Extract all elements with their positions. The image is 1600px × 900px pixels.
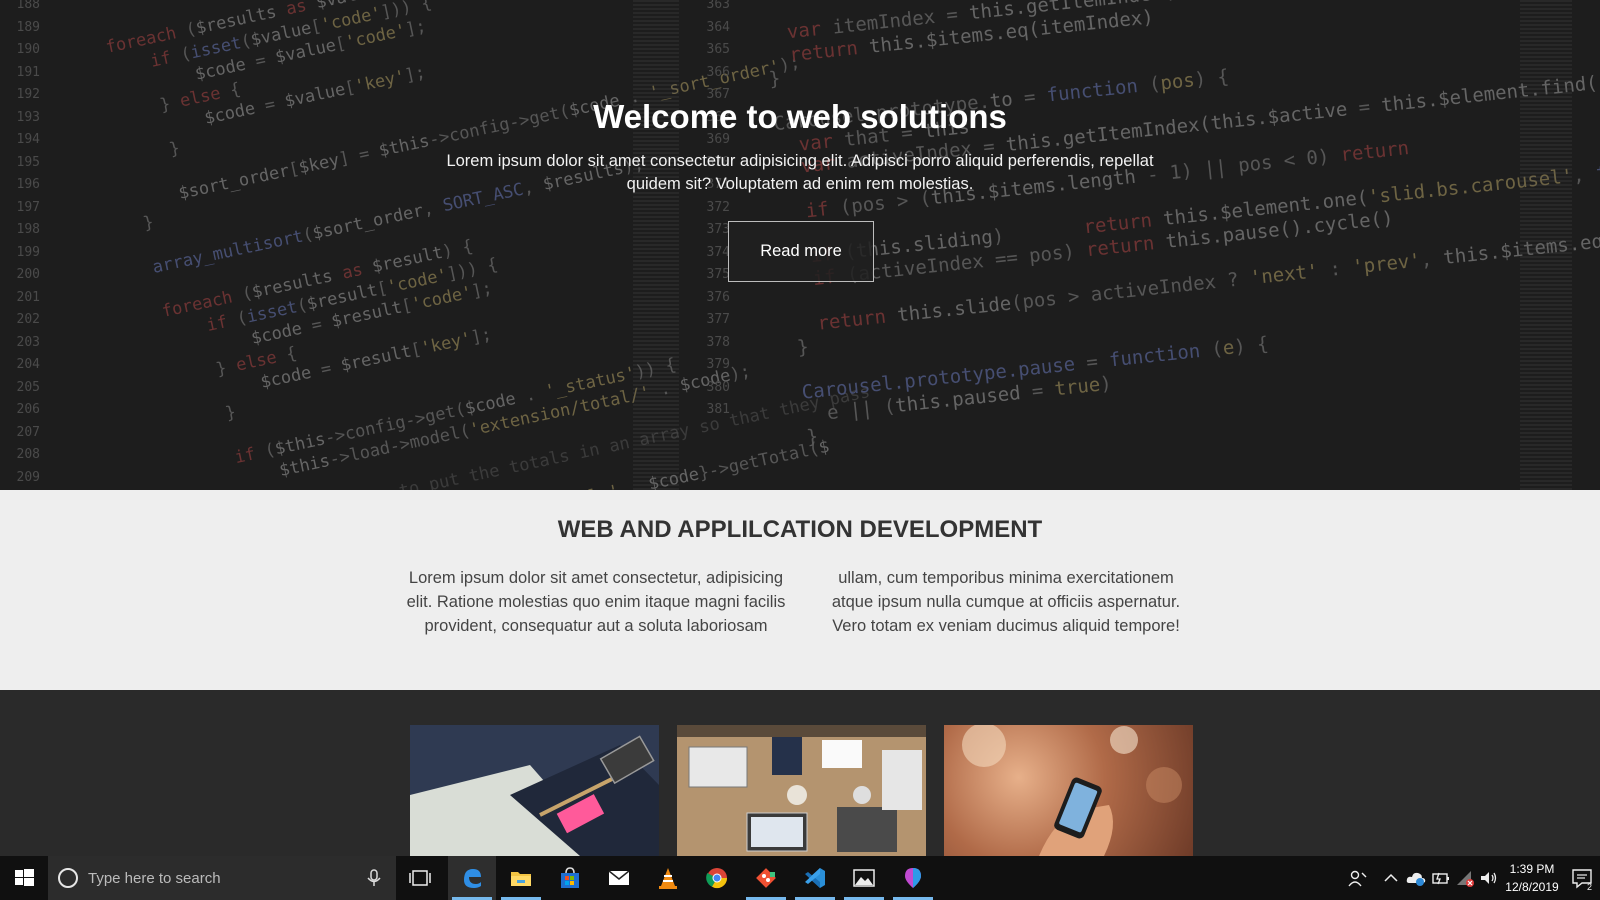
file-explorer-icon [511,872,531,886]
taskbar-chrome[interactable] [693,856,741,900]
phone-hand-image[interactable] [944,725,1193,856]
cortana-icon[interactable] [58,868,78,888]
clock-time: 1:39 PM [1509,862,1555,876]
system-clock[interactable]: 1:39 PM 12/8/2019 [1497,860,1567,896]
maps-icon [905,868,921,888]
windows-logo-icon [15,869,34,886]
taskbar-git[interactable] [742,856,790,900]
photos-icon [853,869,875,887]
mail-icon [608,870,630,885]
microphone-icon[interactable] [364,868,384,888]
store-icon [561,867,579,888]
taskbar-store[interactable] [546,856,594,900]
clock-date: 12/8/2019 [1505,880,1559,894]
gallery-section [0,690,1600,856]
notification-icon: 2 [1572,869,1592,892]
windows-taskbar: 1:39 PM 12/8/2019 2 [0,856,1600,900]
onedrive-sync-icon[interactable] [1405,868,1427,888]
vlc-icon [659,868,677,889]
git-icon [756,868,776,888]
team-meeting-image[interactable] [677,725,926,856]
hero-section: 188 189 190 191 192 193 194 195 196 197 198 199 200 2… [0,0,1600,490]
battery-icon[interactable] [1430,868,1452,888]
action-center-button[interactable]: 2 [1570,866,1596,892]
read-more-button[interactable]: Read more [728,221,874,282]
people-icon[interactable] [1346,868,1368,888]
taskbar-file-explorer[interactable] [497,856,545,900]
services-section: WEB AND APPLILCATION DEVELOPMENT Lorem i… [0,490,1600,690]
service-text-right: ullam, cum temporibus minima exercitatio… [831,569,1181,635]
section-title: WEB AND APPLILCATION DEVELOPMENT [557,516,1043,543]
hero-title: Welcome to web solutions [593,98,1007,135]
start-button[interactable] [0,856,48,900]
taskbar-vscode[interactable] [791,856,839,900]
taskbar-edge[interactable] [448,856,496,900]
notebook-desk-image[interactable] [410,725,659,856]
chrome-icon [706,868,728,889]
hero-description: Lorem ipsum dolor sit amet consectetur a… [446,152,1154,193]
chevron-up-icon[interactable] [1380,868,1402,888]
network-icon[interactable] [1454,868,1476,888]
search-input[interactable] [88,856,348,900]
vscode-icon [805,868,825,888]
taskbar-search[interactable] [48,856,396,900]
notification-count: 2 [1587,882,1592,892]
taskbar-vlc[interactable] [644,856,692,900]
taskbar-maps[interactable] [889,856,937,900]
taskbar-mail[interactable] [595,856,643,900]
taskbar-photos[interactable] [840,856,888,900]
edge-icon [464,869,481,888]
task-view-icon [409,870,431,886]
service-text-left: Lorem ipsum dolor sit amet consectetur, … [406,569,786,635]
task-view-button[interactable] [396,856,444,900]
